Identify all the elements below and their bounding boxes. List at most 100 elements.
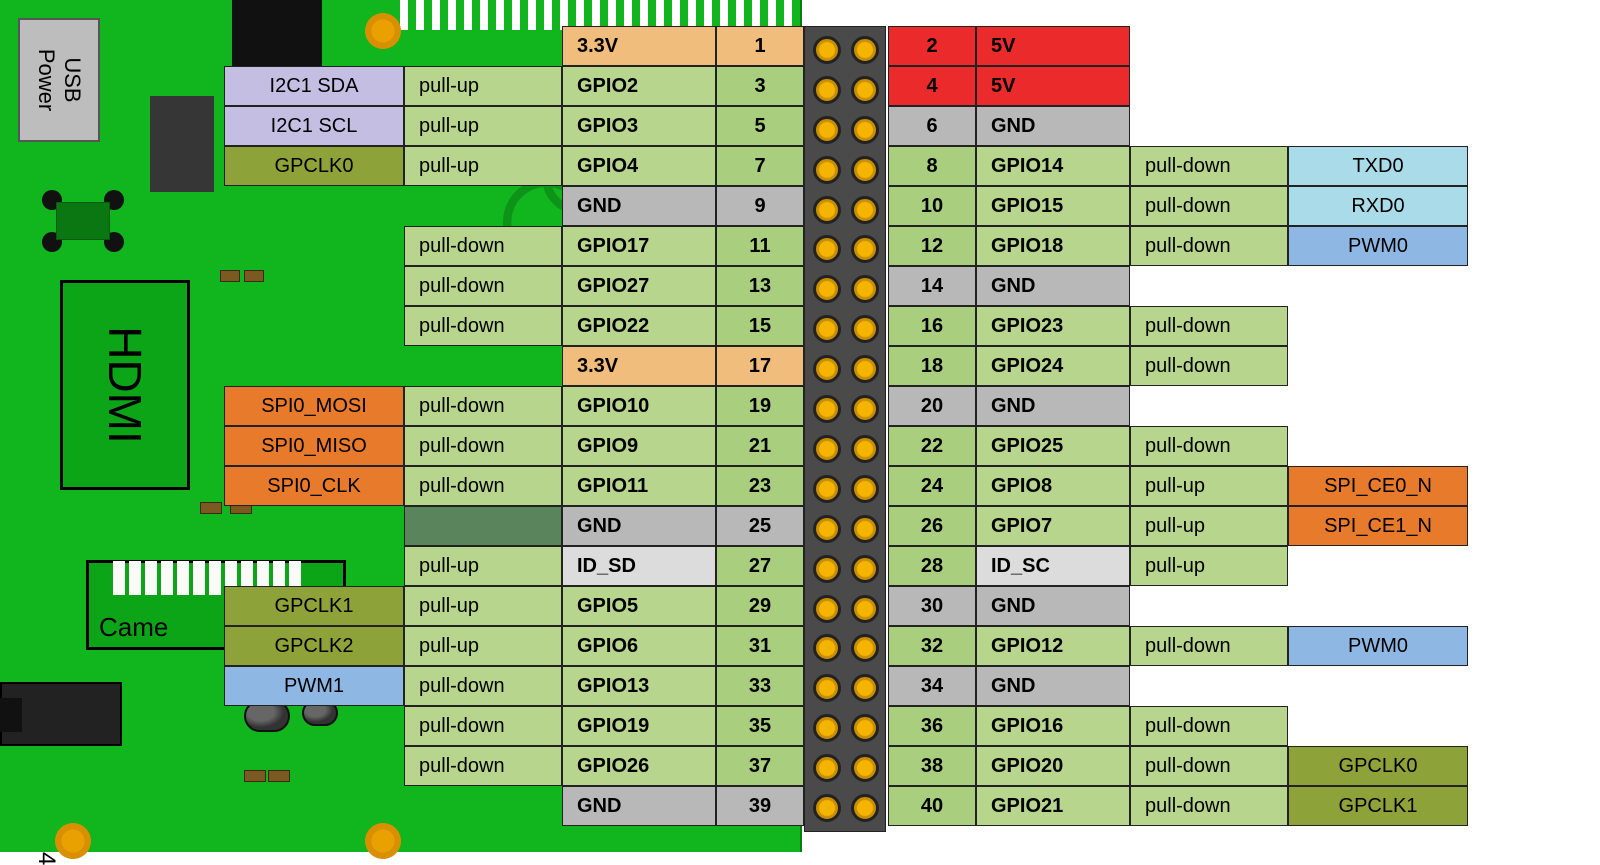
gpio-name: GPIO7 [976,506,1130,546]
pull-mode: pull-down [404,386,562,426]
pin-number: 32 [888,626,976,666]
header-pin [813,595,841,623]
gpio-name: GPIO4 [562,146,716,186]
pull-mode: pull-down [1130,706,1288,746]
alt-fn: GPCLK0 [1288,746,1468,786]
alt-fn: PWM1 [224,666,404,706]
pin-number: 15 [716,306,804,346]
gpio-name: GND [562,186,716,226]
gpio-name: GPIO14 [976,146,1130,186]
pull-mode [404,186,562,226]
gpio-header [804,26,886,832]
pull-mode: pull-down [404,306,562,346]
pull-mode: pull-down [404,426,562,466]
pin-row: pull-downGPIO2637 [224,746,804,786]
pin-row: 8GPIO14pull-downTXD0 [888,146,1468,186]
header-pin [851,435,879,463]
pin-number: 14 [888,266,976,306]
alt-fn [224,746,404,786]
alt-fn [224,186,404,226]
gpio-name: GND [562,786,716,826]
pull-mode [1130,106,1288,146]
pin-number: 16 [888,306,976,346]
alt-fn [1288,706,1468,746]
pin-row: SPI0_MOSIpull-downGPIO1019 [224,386,804,426]
usb-power-port: USB Power [18,18,100,142]
pin-row: 18GPIO24pull-down [888,346,1468,386]
pull-mode: pull-down [1130,226,1288,266]
pin-number: 39 [716,786,804,826]
pin-number: 5 [716,106,804,146]
alt-fn: SPI0_MISO [224,426,404,466]
pin-row: pull-upID_SD27 [224,546,804,586]
header-pin [851,275,879,303]
pin-number: 6 [888,106,976,146]
pin-number: 9 [716,186,804,226]
header-pin [813,76,841,104]
gpio-name: GND [976,266,1130,306]
pin-row: 14GND [888,266,1468,306]
alt-fn [1288,426,1468,466]
pin-number: 23 [716,466,804,506]
gpio-name: GND [976,106,1130,146]
pin-row: 34GND [888,666,1468,706]
alt-fn [224,346,404,386]
pin-number: 28 [888,546,976,586]
gpio-name: GPIO20 [976,746,1130,786]
header-pin [813,674,841,702]
pin-number: 17 [716,346,804,386]
pin-number: 2 [888,26,976,66]
gpio-name: 5V [976,26,1130,66]
gpio-name: GPIO3 [562,106,716,146]
pin-row: pull-downGPIO1711 [224,226,804,266]
pin-row: 16GPIO23pull-down [888,306,1468,346]
header-pin [851,794,879,822]
pull-mode [1130,666,1288,706]
camera-label: Came [99,612,168,643]
pin-row: 10GPIO15pull-downRXD0 [888,186,1468,226]
header-pin [851,475,879,503]
pin-row: GND9 [224,186,804,226]
pin-number: 38 [888,746,976,786]
gpio-name: GPIO11 [562,466,716,506]
pin-number: 25 [716,506,804,546]
pin-number: 30 [888,586,976,626]
pull-mode [1130,266,1288,306]
header-pin [851,555,879,583]
pull-mode [1130,586,1288,626]
gpio-name: GPIO13 [562,666,716,706]
pin-row: pull-downGPIO2713 [224,266,804,306]
header-pin [851,196,879,224]
pin-number: 33 [716,666,804,706]
hdmi-port: HDMI [60,280,190,490]
usb-label: USB Power [33,49,85,111]
header-pin [813,515,841,543]
pull-mode: pull-up [404,546,562,586]
pull-mode: pull-down [1130,426,1288,466]
gpio-name: GPIO12 [976,626,1130,666]
pin-row: 36GPIO16pull-down [888,706,1468,746]
alt-fn [1288,106,1468,146]
gpio-name: GPIO19 [562,706,716,746]
gpio-name: GPIO6 [562,626,716,666]
alt-fn [224,546,404,586]
header-pin [813,395,841,423]
alt-fn: GPCLK1 [224,586,404,626]
pull-mode: pull-down [1130,186,1288,226]
pull-mode: pull-down [1130,786,1288,826]
header-pin [813,355,841,383]
pin-row: 3.3V1 [224,26,804,66]
gpio-name: GPIO9 [562,426,716,466]
alt-fn [224,506,404,546]
pin-row: 22GPIO25pull-down [888,426,1468,466]
gpio-name: 5V [976,66,1130,106]
pin-row: 6GND [888,106,1468,146]
header-pin [813,156,841,184]
header-pin [851,395,879,423]
pin-row: GND25 [224,506,804,546]
pin-number: 27 [716,546,804,586]
pull-mode: pull-up [1130,506,1288,546]
pull-mode: pull-down [404,266,562,306]
pin-number: 22 [888,426,976,466]
tactile-switch-icon [42,190,124,252]
